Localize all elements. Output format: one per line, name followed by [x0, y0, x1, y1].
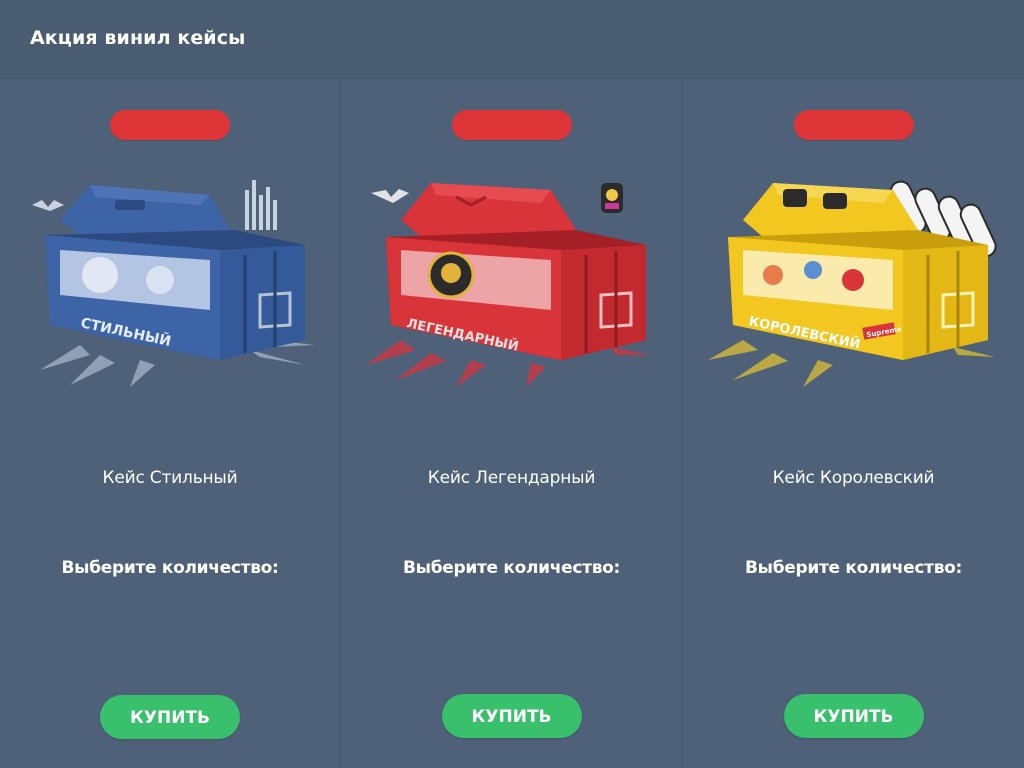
buy-button-stylish[interactable]: КУПИТЬ: [100, 695, 240, 739]
case-list: СТИЛЬНЫЙ Кейс Стильный Выберите количест…: [0, 80, 1024, 768]
buy-button-label: КУПИТЬ: [471, 707, 552, 727]
page-header: Акция винил кейсы: [0, 0, 1024, 79]
price-badge: [451, 110, 572, 140]
buy-button-label: КУПИТЬ: [129, 708, 210, 728]
price-badge: [793, 110, 914, 140]
case-card-stylish: СТИЛЬНЫЙ Кейс Стильный Выберите количест…: [0, 80, 341, 768]
case-name: Кейс Стильный: [102, 468, 238, 488]
case-card-royal: Supreme КОРОЛЕВСКИЙ Кейс Королевский Выб…: [683, 80, 1024, 768]
buy-button-royal[interactable]: КУПИТЬ: [783, 694, 924, 738]
buy-button-legendary[interactable]: КУПИТЬ: [441, 694, 582, 738]
quantity-label: Выберите количество:: [61, 558, 279, 578]
case-image-legendary[interactable]: ЛЕГЕНДАРНЫЙ: [361, 175, 661, 390]
quantity-label: Выберите количество:: [402, 558, 621, 578]
price-badge: [110, 110, 230, 140]
case-image-stylish[interactable]: СТИЛЬНЫЙ: [20, 175, 320, 390]
case-name: Кейс Королевский: [772, 468, 935, 488]
case-image-royal[interactable]: Supreme КОРОЛЕВСКИЙ: [703, 175, 1003, 390]
quantity-label: Выберите количество:: [744, 558, 963, 578]
page-title: Акция винил кейсы: [30, 27, 246, 49]
case-card-legendary: ЛЕГЕНДАРНЫЙ Кейс Легендарный Выберите ко…: [341, 80, 683, 768]
case-name: Кейс Легендарный: [427, 468, 596, 488]
buy-button-label: КУПИТЬ: [813, 707, 894, 727]
